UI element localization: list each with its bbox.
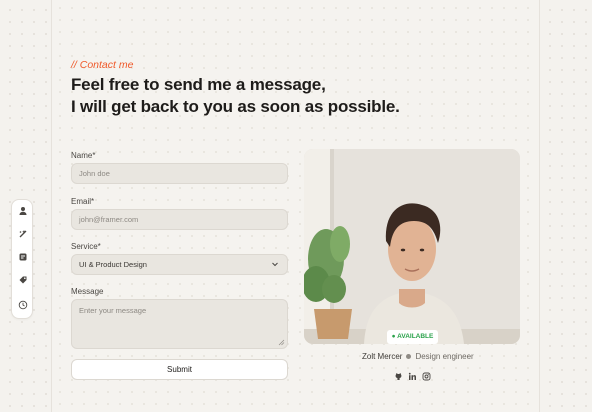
doc-icon[interactable] [18, 252, 28, 262]
message-label: Message [71, 287, 104, 296]
user-icon[interactable] [18, 206, 28, 216]
service-select[interactable]: UI & Product Design [71, 254, 288, 275]
separator-dot [406, 354, 412, 359]
clock-icon[interactable] [18, 300, 28, 310]
chevron-down-icon [272, 262, 278, 267]
side-toolbar [11, 199, 33, 319]
email-label: Email* [71, 197, 95, 206]
linkedin-icon[interactable] [408, 368, 417, 380]
page-title: Feel free to send me a message, I will g… [71, 74, 451, 118]
github-icon[interactable] [394, 368, 403, 380]
profile-name: Zolt Mercer [362, 352, 403, 361]
page-title-line-2: I will get back to you as soon as possib… [71, 97, 400, 116]
profile-role: Design engineer [415, 352, 474, 361]
profile-photo: ● AVAILABLE [304, 149, 520, 344]
page-title-line-1: Feel free to send me a message, [71, 75, 326, 94]
instagram-icon[interactable] [422, 368, 431, 381]
name-input[interactable]: John doe [71, 163, 288, 184]
availability-text: AVAILABLE [397, 333, 434, 340]
message-textarea[interactable]: Enter your message [71, 299, 288, 349]
availability-badge: ● AVAILABLE [387, 330, 438, 344]
submit-button[interactable]: Submit [71, 359, 288, 380]
sparkle-icon[interactable] [18, 229, 28, 239]
service-label: Service* [71, 242, 101, 251]
tag-icon[interactable] [18, 275, 28, 285]
section-kicker: // Contact me [71, 59, 134, 71]
portrait-image [304, 149, 520, 344]
email-input[interactable]: john@framer.com [71, 209, 288, 230]
service-select-value: UI & Product Design [79, 260, 147, 269]
social-links [394, 368, 431, 381]
message-placeholder: Enter your message [79, 306, 147, 315]
resize-grip-icon[interactable] [278, 339, 285, 346]
profile-caption: Zolt Mercer Design engineer [362, 352, 474, 361]
name-label: Name* [71, 151, 96, 160]
